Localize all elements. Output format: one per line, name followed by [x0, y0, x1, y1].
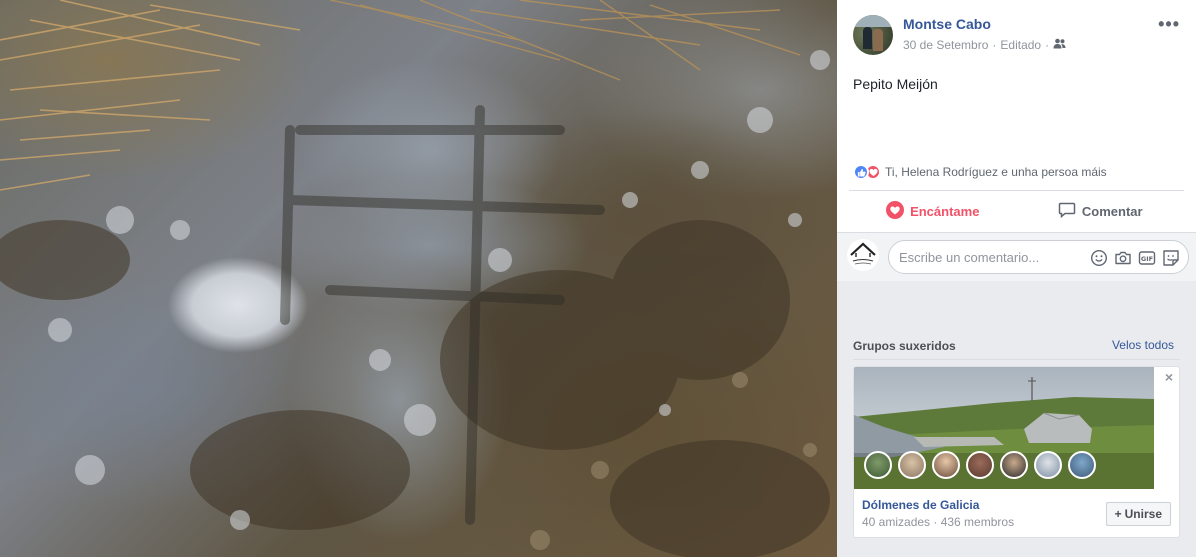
comment-icons: GIF: [1090, 241, 1180, 275]
edited-label[interactable]: Editado: [1000, 38, 1041, 52]
join-button-label: Unirse: [1124, 507, 1162, 521]
member-faces: [864, 451, 1096, 479]
heart-icon: [886, 200, 905, 222]
comment-composer: Escribe un comentario... GIF: [837, 232, 1196, 281]
join-group-button[interactable]: + Unirse: [1105, 502, 1171, 526]
plus-icon: +: [1114, 507, 1122, 521]
member-avatar[interactable]: [1068, 451, 1096, 479]
like-reaction-icon: [853, 164, 869, 180]
group-cover-image[interactable]: [854, 367, 1154, 489]
love-button[interactable]: Encántame: [849, 193, 1017, 229]
meta-separator: ·: [992, 38, 997, 52]
reactions-text[interactable]: Ti, Helena Rodríguez e unha persoa máis: [885, 165, 1107, 179]
post-actions: Encántame Comentar: [849, 193, 1184, 229]
more-options-icon[interactable]: •••: [1158, 14, 1180, 35]
camera-icon[interactable]: [1114, 249, 1132, 267]
divider: [849, 190, 1184, 191]
emoji-icon[interactable]: [1090, 249, 1108, 267]
divider: [853, 359, 1180, 360]
group-stats: 40 amizades · 436 membros: [862, 515, 1015, 529]
love-button-label: Encántame: [910, 203, 980, 219]
author-avatar[interactable]: [853, 15, 893, 55]
comment-button-label: Comentar: [1081, 203, 1143, 219]
gif-icon[interactable]: GIF: [1138, 249, 1156, 267]
post-meta: 30 de Setembro · Editado ·: [903, 38, 1066, 52]
meta-separator: ·: [1045, 38, 1050, 52]
commenter-avatar[interactable]: [847, 239, 879, 271]
member-avatar[interactable]: [966, 451, 994, 479]
sticker-icon[interactable]: [1162, 249, 1180, 267]
member-avatar[interactable]: [932, 451, 960, 479]
comment-icon: [1058, 201, 1076, 222]
dismiss-group-button[interactable]: ×: [1165, 369, 1173, 385]
svg-text:GIF: GIF: [1141, 255, 1153, 263]
reactions-summary[interactable]: Ti, Helena Rodríguez e unha persoa máis: [853, 164, 1107, 180]
post-text: Pepito Meijón: [853, 76, 938, 92]
friends-icon[interactable]: [1053, 38, 1066, 52]
suggested-groups-title: Grupos suxeridos: [853, 339, 956, 353]
see-all-link[interactable]: Velos todos: [1112, 338, 1174, 352]
post-date[interactable]: 30 de Setembro: [903, 38, 988, 52]
group-name[interactable]: Dólmenes de Galicia: [862, 498, 979, 512]
comment-placeholder: Escribe un comentario...: [899, 249, 1040, 265]
member-avatar[interactable]: [1000, 451, 1028, 479]
post-photo[interactable]: [0, 0, 837, 557]
photo-texture: [0, 0, 830, 557]
side-panel: Montse Cabo 30 de Setembro · Editado · •…: [837, 0, 1196, 557]
group-card: × Dólmenes de Galicia 40 amizades · 436 …: [853, 366, 1180, 538]
member-avatar[interactable]: [898, 451, 926, 479]
author-name[interactable]: Montse Cabo: [903, 16, 991, 32]
member-avatar[interactable]: [864, 451, 892, 479]
member-avatar[interactable]: [1034, 451, 1062, 479]
comment-input[interactable]: Escribe un comentario... GIF: [888, 240, 1189, 274]
comment-button[interactable]: Comentar: [1017, 193, 1185, 229]
post-card: Montse Cabo 30 de Setembro · Editado · •…: [837, 0, 1196, 281]
